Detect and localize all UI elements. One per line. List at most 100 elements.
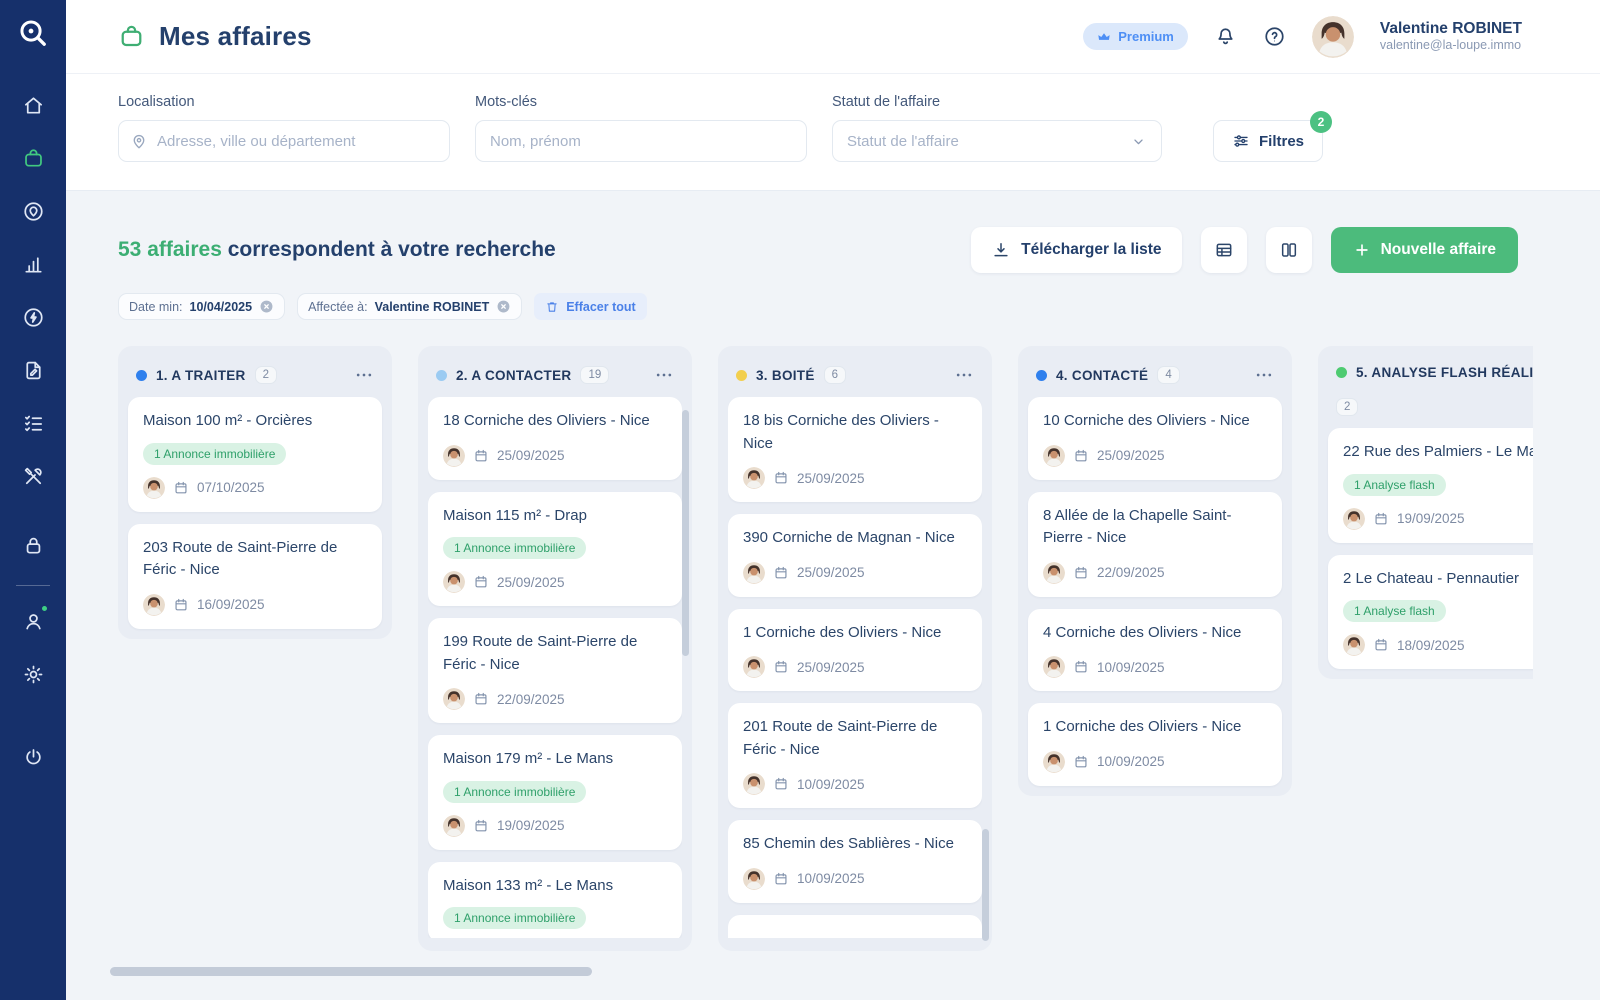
assignee-avatar	[743, 868, 765, 890]
card-footer: 07/10/2025	[143, 477, 367, 499]
deal-card[interactable]: 10 Corniche des Oliviers - Nice 25/09/20…	[1028, 397, 1282, 480]
download-list-button[interactable]: Télécharger la liste	[971, 227, 1181, 273]
deal-card[interactable]: Maison 133 m² - Le Mans 1 Annonce immobi…	[428, 862, 682, 939]
status-select[interactable]: Statut de l'affaire	[832, 120, 1162, 162]
kanban-column: 2. A CONTACTER 19 18 Corniche des Olivie…	[418, 346, 692, 951]
sidebar-item-tasks[interactable]	[12, 402, 54, 444]
sidebar-item-stats[interactable]	[12, 243, 54, 285]
assignee-avatar	[1043, 562, 1065, 584]
card-date: 19/09/2025	[1397, 511, 1465, 526]
online-status-dot	[40, 604, 49, 613]
deal-card[interactable]: 199 Route de Saint-Pierre de Féric - Nic…	[428, 618, 682, 723]
localisation-input[interactable]	[118, 120, 450, 162]
card-footer: 10/09/2025	[1043, 656, 1267, 678]
card-date: 18/09/2025	[1397, 638, 1465, 653]
calendar-icon	[1073, 565, 1089, 581]
deal-card[interactable]: 1 Corniche des Oliviers - Nice 10/09/202…	[1028, 703, 1282, 786]
assignee-avatar	[443, 445, 465, 467]
column-menu-icon[interactable]	[954, 365, 974, 385]
bell-icon[interactable]	[1214, 25, 1237, 48]
sidebar-item-tools[interactable]	[12, 455, 54, 497]
card-date: 10/09/2025	[797, 777, 865, 792]
deal-card[interactable]: 18 Corniche des Oliviers - Nice 25/09/20…	[428, 397, 682, 480]
column-menu-icon[interactable]	[654, 365, 674, 385]
deal-card[interactable]: 4 Corniche des Oliviers - Nice 10/09/202…	[1028, 609, 1282, 692]
filters-button-label: Filtres	[1259, 133, 1304, 150]
chevron-down-icon	[1130, 133, 1147, 150]
card-tag: 1 Analyse flash	[1343, 600, 1446, 622]
filters-button[interactable]: Filtres	[1213, 120, 1323, 162]
card-title: 18 bis Corniche des Oliviers - Nice	[743, 410, 967, 455]
new-deal-button[interactable]: Nouvelle affaire	[1331, 227, 1518, 273]
column-header: 3. BOITÉ 6	[728, 356, 982, 397]
assignee-avatar	[1043, 445, 1065, 467]
column-menu-icon[interactable]	[1254, 365, 1274, 385]
loupe-logo-icon[interactable]	[16, 16, 50, 50]
card-footer: 25/09/2025	[743, 656, 967, 678]
keywords-input[interactable]	[475, 120, 807, 162]
column-count-badge: 4	[1157, 366, 1179, 384]
clear-all-filters-button[interactable]: Effacer tout	[534, 293, 646, 320]
calendar-icon	[1073, 659, 1089, 675]
user-avatar[interactable]	[1312, 16, 1354, 58]
card-title: Maison 179 m² - Le Mans	[443, 748, 667, 771]
deal-card[interactable]: Maison 115 m² - Drap 1 Annonce immobiliè…	[428, 492, 682, 607]
card-tag: 1 Annonce immobilière	[143, 443, 286, 465]
sidebar-item-logout[interactable]	[12, 736, 54, 778]
deal-card[interactable]: 201 Route de Saint-Pierre de Féric - Nic…	[728, 703, 982, 808]
lock-icon	[22, 534, 45, 557]
column-title: 3. BOITÉ	[756, 368, 815, 383]
localisation-label: Localisation	[118, 94, 450, 110]
help-icon[interactable]	[1263, 25, 1286, 48]
premium-badge[interactable]: Premium	[1083, 23, 1188, 50]
card-footer: 10/09/2025	[1043, 751, 1267, 773]
sidebar-item-security[interactable]	[12, 524, 54, 566]
sidebar-item-settings[interactable]	[12, 653, 54, 695]
sidebar-item-map[interactable]	[12, 190, 54, 232]
sliders-icon	[1232, 132, 1250, 150]
table-view-button[interactable]	[1201, 227, 1247, 273]
column-scrollbar[interactable]	[982, 829, 989, 941]
deal-card[interactable]: 8 Allée de la Chapelle Saint-Pierre - Ni…	[1028, 492, 1282, 597]
close-circle-icon[interactable]	[259, 299, 274, 314]
sidebar-item-deals[interactable]	[12, 137, 54, 179]
plus-icon	[1353, 241, 1371, 259]
sidebar-item-home[interactable]	[12, 84, 54, 126]
briefcase-icon	[22, 147, 45, 170]
deal-card-partial[interactable]	[728, 915, 982, 939]
sidebar-item-profile[interactable]	[12, 600, 54, 642]
calendar-icon	[773, 776, 789, 792]
column-cards: 10 Corniche des Oliviers - Nice 25/09/20…	[1028, 397, 1282, 786]
card-date: 10/09/2025	[1097, 754, 1165, 769]
deal-card[interactable]: 2 Le Chateau - Pennautier 1 Analyse flas…	[1328, 555, 1533, 670]
deal-card[interactable]: 18 bis Corniche des Oliviers - Nice 25/0…	[728, 397, 982, 502]
bar-chart-icon	[22, 253, 45, 276]
close-circle-icon[interactable]	[496, 299, 511, 314]
calendar-icon	[1373, 511, 1389, 527]
column-status-dot	[1036, 370, 1047, 381]
column-scrollbar[interactable]	[682, 410, 689, 656]
deal-card[interactable]: Maison 100 m² - Orcières 1 Annonce immob…	[128, 397, 382, 512]
card-footer: 25/09/2025	[1043, 445, 1267, 467]
column-cards: 18 bis Corniche des Oliviers - Nice 25/0…	[728, 397, 982, 938]
results-suffix: correspondent à votre recherche	[228, 238, 556, 261]
card-footer: 10/09/2025	[743, 868, 967, 890]
deal-card[interactable]: 390 Corniche de Magnan - Nice 25/09/2025	[728, 514, 982, 597]
card-date: 22/09/2025	[497, 692, 565, 707]
sidebar-item-activity[interactable]	[12, 296, 54, 338]
deal-card[interactable]: Maison 179 m² - Le Mans 1 Annonce immobi…	[428, 735, 682, 850]
column-menu-icon[interactable]	[354, 365, 374, 385]
card-date: 25/09/2025	[797, 660, 865, 675]
sidebar-item-documents[interactable]	[12, 349, 54, 391]
deal-card[interactable]: 203 Route de Saint-Pierre de Féric - Nic…	[128, 524, 382, 629]
column-header: 1. A TRAITER 2	[128, 356, 382, 397]
card-date: 25/09/2025	[1097, 448, 1165, 463]
card-date: 25/09/2025	[497, 575, 565, 590]
horizontal-scrollbar[interactable]	[110, 967, 592, 976]
deal-card[interactable]: 1 Corniche des Oliviers - Nice 25/09/202…	[728, 609, 982, 692]
kanban-view-button[interactable]	[1266, 227, 1312, 273]
deal-card[interactable]: 85 Chemin des Sablières - Nice 10/09/202…	[728, 820, 982, 903]
assignee-avatar	[1343, 634, 1365, 656]
deal-card[interactable]: 22 Rue des Palmiers - Le Ma 1 Analyse fl…	[1328, 428, 1533, 543]
card-footer: 25/09/2025	[743, 562, 967, 584]
